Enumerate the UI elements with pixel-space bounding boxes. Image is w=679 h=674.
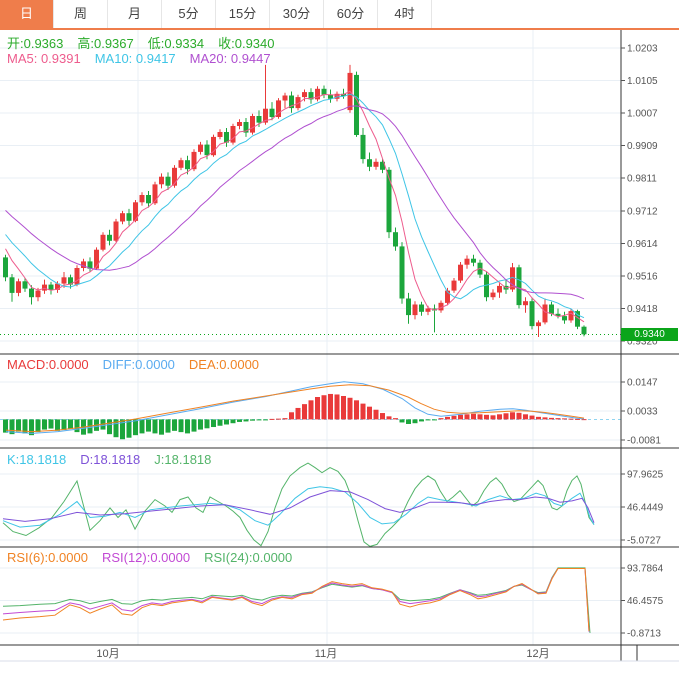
ohlc-legend: 开:0.9363 高:0.9367 低:0.9334 收:0.9340 [7, 33, 289, 52]
x-axis-month-label: 10月 [96, 648, 119, 660]
diff-value: DIFF:0.0000 [103, 357, 175, 372]
ma5-value: MA5: 0.9391 [7, 51, 81, 66]
macd-line-dea [6, 385, 584, 432]
y-tick-label: 1.0203 [627, 44, 658, 55]
rsi-line-rsi6 [3, 569, 589, 632]
ma10-value: MA10: 0.9417 [95, 51, 176, 66]
y-tick-label: 0.9811 [627, 174, 657, 185]
tab-month[interactable]: 月 [108, 0, 162, 28]
tab-4hour[interactable]: 4时 [378, 0, 432, 28]
y-tick-label: 0.0033 [627, 407, 658, 418]
y-tick-label: 0.9909 [627, 141, 658, 152]
high-value: 高:0.9367 [77, 33, 133, 52]
j-value: J:18.1818 [154, 452, 211, 467]
dea-value: DEA:0.0000 [189, 357, 259, 372]
macd-legend: MACD:0.0000 DIFF:0.0000 DEA:0.0000 [7, 357, 273, 372]
y-tick-label: 97.9625 [627, 470, 664, 481]
rsi24-value: RSI(24):0.0000 [204, 550, 292, 565]
tabbar-filler [432, 0, 679, 28]
kdj-legend: K:18.1818 D:18.1818 J:18.1818 [7, 452, 225, 467]
rsi-legend: RSI(6):0.0000 RSI(12):0.0000 RSI(24):0.0… [7, 550, 306, 565]
y-tick-label: 0.9614 [627, 239, 658, 250]
macd-value: MACD:0.0000 [7, 357, 89, 372]
y-tick-label: 0.0147 [627, 378, 658, 389]
y-tick-label: 46.4575 [627, 596, 664, 607]
x-axis-month-label: 12月 [526, 648, 549, 660]
y-tick-label: -5.0727 [627, 536, 661, 547]
tab-60min[interactable]: 60分 [324, 0, 378, 28]
y-tick-label: 1.0105 [627, 76, 658, 87]
close-value: 收:0.9340 [218, 33, 274, 52]
y-tick-label: 0.9712 [627, 206, 658, 217]
rsi12-value: RSI(12):0.0000 [102, 550, 190, 565]
y-tick-label: 1.0007 [627, 109, 658, 120]
k-value: K:18.1818 [7, 452, 66, 467]
rsi6-value: RSI(6):0.0000 [7, 550, 88, 565]
d-value: D:18.1818 [80, 452, 140, 467]
last-price-tag: 0.9340 [621, 328, 678, 341]
tab-30min[interactable]: 30分 [270, 0, 324, 28]
y-tick-label: 0.9418 [627, 304, 658, 315]
ma20-value: MA20: 0.9447 [190, 51, 271, 66]
trading-chart-app: 日 周 月 5分 15分 30分 60分 4时 1.0203 1.0105 1.00… [0, 0, 679, 674]
y-tick-label: 0.9516 [627, 271, 658, 282]
y-tick-label: -0.0081 [627, 436, 661, 447]
macd-histogram [3, 394, 587, 439]
kdj-line-j [3, 463, 594, 546]
tab-week[interactable]: 周 [54, 0, 108, 28]
open-value: 开:0.9363 [7, 33, 63, 52]
chart-canvas[interactable]: 1.0203 1.0105 1.0007 0.9909 0.9811 0.9712 0.96… [0, 0, 679, 674]
tab-5min[interactable]: 5分 [162, 0, 216, 28]
timeframe-tabbar: 日 周 月 5分 15分 30分 60分 4时 [0, 0, 679, 30]
low-value: 低:0.9334 [148, 33, 204, 52]
ma10-line [6, 94, 585, 318]
tab-day[interactable]: 日 [0, 0, 54, 28]
y-tick-label: 93.7864 [627, 564, 664, 575]
x-axis-month-label: 11月 [315, 648, 337, 660]
y-tick-label: 46.4449 [627, 503, 664, 514]
candlesticks [3, 65, 587, 337]
tab-15min[interactable]: 15分 [216, 0, 270, 28]
ma-legend: MA5: 0.9391 MA10: 0.9417 MA20: 0.9447 [7, 51, 285, 66]
y-tick-label: -0.8713 [627, 629, 661, 640]
